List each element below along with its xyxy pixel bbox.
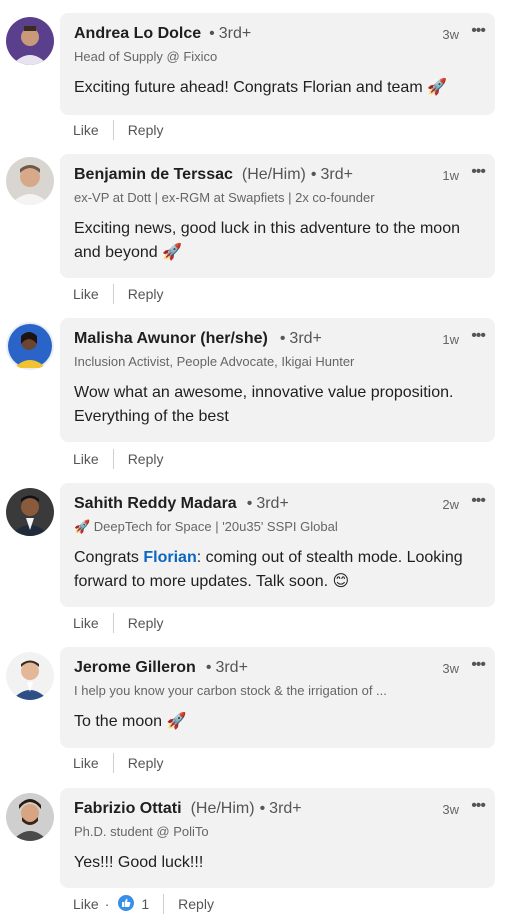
author-name[interactable]: Malisha Awunor (her/she)	[74, 330, 268, 348]
thumbs-up-icon	[117, 893, 136, 915]
comment-text: To the moon 🚀	[74, 713, 187, 730]
author-headline: I help you know your carbon stock & the …	[74, 683, 387, 698]
timestamp: 3w	[442, 802, 459, 817]
divider	[112, 120, 114, 140]
author-pronouns: (He/Him)	[190, 800, 255, 817]
like-button[interactable]: Like	[73, 451, 99, 467]
avatar[interactable]	[6, 322, 54, 370]
more-options-icon[interactable]: •••	[471, 23, 486, 39]
comment-actions: Like Reply	[73, 753, 163, 773]
reaction-count: 1	[141, 896, 150, 912]
divider	[112, 449, 114, 469]
like-button[interactable]: Like	[73, 286, 99, 302]
more-options-icon[interactable]: •••	[471, 657, 486, 673]
reaction-summary[interactable]: 1	[117, 893, 150, 915]
connection-degree: • 3rd+	[310, 166, 353, 183]
comment-bubble: Jerome Gilleron • 3rd+ I help you know yo…	[60, 647, 495, 748]
reply-button[interactable]: Reply	[128, 122, 164, 138]
author-headline: 🚀 DeepTech for Space | '20u35' SSPI Glob…	[74, 519, 338, 534]
connection-degree: • 3rd+	[205, 659, 248, 676]
reply-button[interactable]: Reply	[128, 755, 164, 771]
author-pronouns: (He/Him)	[241, 166, 306, 183]
comment-bubble: Sahith Reddy Madara • 3rd+ 🚀 DeepTech for…	[60, 483, 495, 607]
avatar[interactable]	[6, 157, 54, 205]
comment-actions: Like Reply	[73, 284, 163, 304]
reply-button[interactable]: Reply	[128, 286, 164, 302]
timestamp: 2w	[442, 497, 459, 512]
like-button[interactable]: Like	[73, 896, 99, 912]
more-options-icon[interactable]: •••	[471, 164, 486, 180]
divider	[112, 613, 114, 633]
reply-button[interactable]: Reply	[128, 615, 164, 631]
author-name[interactable]: Benjamin de Terssac	[74, 166, 233, 184]
comment-text: Wow what an awesome, innovative value pr…	[74, 384, 454, 425]
comment-bubble: Malisha Awunor (her/she) • 3rd+ Inclusion…	[60, 318, 495, 442]
author-headline: ex-VP at Dott | ex-RGM at Swapfiets | 2x…	[74, 190, 375, 205]
timestamp: 1w	[442, 168, 459, 183]
reply-button[interactable]: Reply	[178, 896, 214, 912]
comment-actions: Like Reply	[73, 613, 163, 633]
author-headline: Inclusion Activist, People Advocate, Iki…	[74, 354, 355, 369]
reply-button[interactable]: Reply	[128, 451, 164, 467]
comment-actions: Like · 1 Reply	[73, 893, 214, 915]
timestamp: 3w	[442, 27, 459, 42]
author-name[interactable]: Jerome Gilleron	[74, 659, 196, 677]
comment-text: Exciting news, good luck in this adventu…	[74, 220, 460, 261]
more-options-icon[interactable]: •••	[471, 328, 486, 344]
connection-degree: • 3rd+	[279, 330, 322, 347]
author-name[interactable]: Andrea Lo Dolce	[74, 25, 201, 43]
comment-bubble: Fabrizio Ottati (He/Him) • 3rd+ Ph.D. stu…	[60, 788, 495, 888]
comment-bubble: Andrea Lo Dolce • 3rd+ Head of Supply @ F…	[60, 13, 495, 115]
divider	[112, 284, 114, 304]
like-button[interactable]: Like	[73, 755, 99, 771]
timestamp: 3w	[442, 661, 459, 676]
author-headline: Head of Supply @ Fixico	[74, 49, 218, 64]
connection-degree: • 3rd+	[259, 800, 302, 817]
comment-text: Exciting future ahead! Congrats Florian …	[74, 79, 448, 96]
author-name[interactable]: Sahith Reddy Madara	[74, 495, 237, 513]
author-headline: Ph.D. student @ PoliTo	[74, 824, 209, 839]
more-options-icon[interactable]: •••	[471, 798, 486, 814]
more-options-icon[interactable]: •••	[471, 493, 486, 509]
timestamp: 1w	[442, 332, 459, 347]
connection-degree: • 3rd+	[246, 495, 289, 512]
author-name[interactable]: Fabrizio Ottati	[74, 800, 182, 818]
connection-degree: • 3rd+	[209, 25, 252, 42]
comment-text: Yes!!! Good luck!!!	[74, 854, 204, 871]
divider	[112, 753, 114, 773]
avatar[interactable]	[6, 17, 54, 65]
like-button[interactable]: Like	[73, 122, 99, 138]
comment-text: Congrats Florian: coming out of stealth …	[74, 549, 463, 590]
like-button[interactable]: Like	[73, 615, 99, 631]
comment-bubble: Benjamin de Terssac (He/Him) • 3rd+ ex-VP…	[60, 154, 495, 278]
mention-link[interactable]: Florian	[143, 549, 196, 566]
avatar[interactable]	[6, 652, 54, 700]
dot-separator: ·	[104, 896, 110, 912]
avatar[interactable]	[6, 488, 54, 536]
avatar[interactable]	[6, 793, 54, 841]
divider	[163, 894, 165, 914]
comment-actions: Like Reply	[73, 120, 163, 140]
comment-actions: Like Reply	[73, 449, 163, 469]
